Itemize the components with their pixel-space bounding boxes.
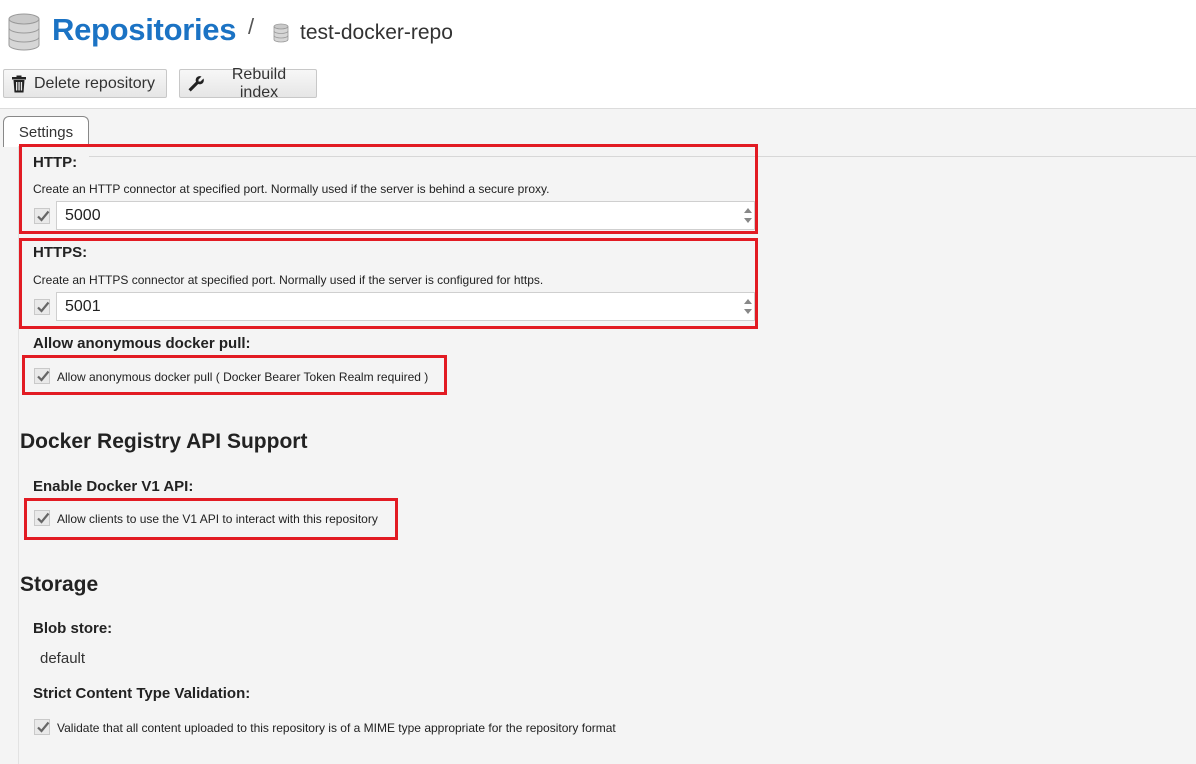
toolbar: Delete repository Rebuild index <box>0 64 1196 109</box>
delete-repository-button[interactable]: Delete repository <box>3 69 167 98</box>
enable-v1-api-label: Enable Docker V1 API: <box>33 478 194 495</box>
rebuild-index-label: Rebuild index <box>231 65 287 101</box>
https-port-field[interactable] <box>56 292 755 321</box>
database-icon <box>273 23 289 43</box>
https-enable-checkbox[interactable] <box>34 299 50 315</box>
checkmark-icon <box>37 301 50 313</box>
rebuild-index-button[interactable]: Rebuild index <box>179 66 317 101</box>
spinner-icon[interactable] <box>742 205 754 226</box>
breadcrumb-separator: / <box>248 14 255 39</box>
http-port-field[interactable] <box>56 201 755 230</box>
strict-validation-checkbox-label[interactable]: Validate that all content uploaded to th… <box>57 721 616 735</box>
https-label: HTTPS: <box>33 244 88 261</box>
https-port-input[interactable] <box>65 298 725 316</box>
strict-validation-label: Strict Content Type Validation: <box>33 685 251 702</box>
wrench-icon <box>188 75 204 91</box>
https-help-text: Create an HTTPS connector at specified p… <box>33 273 544 287</box>
blob-store-value: default <box>40 650 86 667</box>
tab-settings[interactable]: Settings <box>3 116 89 147</box>
spinner-icon[interactable] <box>742 296 754 317</box>
http-port-input[interactable] <box>65 207 725 225</box>
breadcrumb-repositories-link[interactable]: Repositories <box>52 12 236 48</box>
http-enable-checkbox[interactable] <box>34 208 50 224</box>
v1-api-checkbox[interactable] <box>34 510 50 526</box>
storage-heading: Storage <box>20 573 99 596</box>
http-label: HTTP: <box>33 154 78 171</box>
checkmark-icon <box>37 210 50 222</box>
http-help-text: Create an HTTP connector at specified po… <box>33 182 550 196</box>
blob-store-label: Blob store: <box>33 620 113 637</box>
checkmark-icon <box>37 370 50 382</box>
anonymous-pull-checkbox[interactable] <box>34 368 50 384</box>
strict-validation-checkbox[interactable] <box>34 719 50 735</box>
checkmark-icon <box>37 721 50 733</box>
trash-icon <box>12 75 26 92</box>
database-icon <box>8 13 40 51</box>
v1-api-checkbox-label[interactable]: Allow clients to use the V1 API to inter… <box>57 512 378 526</box>
breadcrumb-current-repo: test-docker-repo <box>300 21 453 44</box>
anonymous-pull-label: Allow anonymous docker pull: <box>33 335 251 352</box>
checkmark-icon <box>37 512 50 524</box>
page-header: Repositories / test-docker-repo <box>0 0 1196 64</box>
delete-repository-label: Delete repository <box>34 74 155 92</box>
anonymous-pull-checkbox-label[interactable]: Allow anonymous docker pull ( Docker Bea… <box>57 370 428 384</box>
registry-api-heading: Docker Registry API Support <box>20 430 308 453</box>
